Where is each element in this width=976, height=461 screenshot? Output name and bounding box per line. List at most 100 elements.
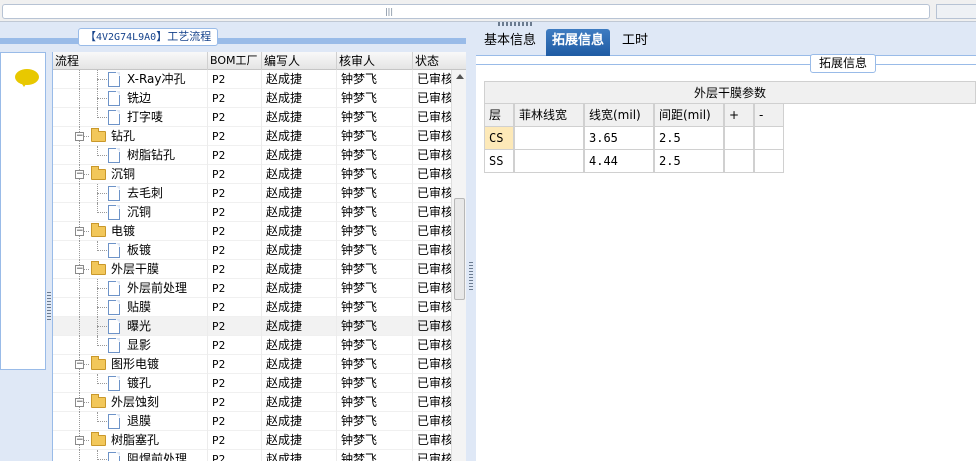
- writer-cell[interactable]: 赵成捷: [262, 89, 337, 108]
- speech-bubble-icon[interactable]: [15, 69, 39, 87]
- tree-cell[interactable]: − 沉铜: [53, 165, 208, 184]
- table-row[interactable]: 退膜 P2 赵成捷 钟梦飞 已审核: [53, 412, 453, 431]
- tree-cell[interactable]: 贴膜: [53, 298, 208, 317]
- table-row[interactable]: − 电镀 P2 赵成捷 钟梦飞 已审核: [53, 222, 453, 241]
- table-row[interactable]: − 沉铜 P2 赵成捷 钟梦飞 已审核: [53, 165, 453, 184]
- param-cell-plus[interactable]: [724, 150, 754, 173]
- param-cell-layer[interactable]: CS: [484, 127, 514, 150]
- bom-cell[interactable]: P2: [208, 450, 262, 461]
- reviewer-cell[interactable]: 钟梦飞: [337, 279, 413, 298]
- bom-cell[interactable]: P2: [208, 412, 262, 431]
- column-header-bom[interactable]: BOM工厂: [208, 52, 262, 70]
- status-cell[interactable]: 已审核: [413, 355, 453, 374]
- tree-cell[interactable]: 显影: [53, 336, 208, 355]
- bom-cell[interactable]: P2: [208, 146, 262, 165]
- reviewer-cell[interactable]: 钟梦飞: [337, 450, 413, 461]
- writer-cell[interactable]: 赵成捷: [262, 336, 337, 355]
- table-row[interactable]: 沉铜 P2 赵成捷 钟梦飞 已审核: [53, 203, 453, 222]
- reviewer-cell[interactable]: 钟梦飞: [337, 127, 413, 146]
- tree-cell[interactable]: 铣边: [53, 89, 208, 108]
- writer-cell[interactable]: 赵成捷: [262, 355, 337, 374]
- collapse-icon[interactable]: −: [75, 170, 84, 179]
- collapse-icon[interactable]: −: [75, 227, 84, 236]
- writer-cell[interactable]: 赵成捷: [262, 431, 337, 450]
- collapse-icon[interactable]: −: [75, 265, 84, 274]
- tree-cell[interactable]: − 钻孔: [53, 127, 208, 146]
- bom-cell[interactable]: P2: [208, 241, 262, 260]
- writer-cell[interactable]: 赵成捷: [262, 165, 337, 184]
- reviewer-cell[interactable]: 钟梦飞: [337, 260, 413, 279]
- table-row[interactable]: X-Ray冲孔 P2 赵成捷 钟梦飞 已审核: [53, 70, 453, 89]
- splitter-grip-icon[interactable]: [47, 292, 51, 322]
- status-cell[interactable]: 已审核: [413, 108, 453, 127]
- bom-cell[interactable]: P2: [208, 203, 262, 222]
- collapse-icon[interactable]: −: [75, 436, 84, 445]
- bom-cell[interactable]: P2: [208, 222, 262, 241]
- bom-cell[interactable]: P2: [208, 298, 262, 317]
- status-cell[interactable]: 已审核: [413, 412, 453, 431]
- tree-cell[interactable]: 镀孔: [53, 374, 208, 393]
- tree-cell[interactable]: X-Ray冲孔: [53, 70, 208, 89]
- status-cell[interactable]: 已审核: [413, 222, 453, 241]
- status-cell[interactable]: 已审核: [413, 431, 453, 450]
- remove-column-button[interactable]: -: [754, 104, 784, 127]
- reviewer-cell[interactable]: 钟梦飞: [337, 222, 413, 241]
- tree-cell[interactable]: 外层前处理: [53, 279, 208, 298]
- status-cell[interactable]: 已审核: [413, 374, 453, 393]
- reviewer-cell[interactable]: 钟梦飞: [337, 336, 413, 355]
- bom-cell[interactable]: P2: [208, 355, 262, 374]
- collapse-icon[interactable]: −: [75, 398, 84, 407]
- writer-cell[interactable]: 赵成捷: [262, 450, 337, 461]
- bom-cell[interactable]: P2: [208, 127, 262, 146]
- horizontal-scrollbar-right[interactable]: [936, 4, 976, 19]
- status-cell[interactable]: 已审核: [413, 203, 453, 222]
- reviewer-cell[interactable]: 钟梦飞: [337, 298, 413, 317]
- param-cell-film-width[interactable]: [514, 127, 584, 150]
- table-row[interactable]: − 外层干膜 P2 赵成捷 钟梦飞 已审核: [53, 260, 453, 279]
- tree-cell[interactable]: − 外层蚀刻: [53, 393, 208, 412]
- status-cell[interactable]: 已审核: [413, 146, 453, 165]
- reviewer-cell[interactable]: 钟梦飞: [337, 412, 413, 431]
- table-row[interactable]: − 钻孔 P2 赵成捷 钟梦飞 已审核: [53, 127, 453, 146]
- column-header-status[interactable]: 状态: [413, 52, 466, 70]
- reviewer-cell[interactable]: 钟梦飞: [337, 355, 413, 374]
- param-cell-layer[interactable]: SS: [484, 150, 514, 173]
- scroll-thumb[interactable]: [454, 198, 465, 300]
- table-row[interactable]: 外层前处理 P2 赵成捷 钟梦飞 已审核: [53, 279, 453, 298]
- status-cell[interactable]: 已审核: [413, 450, 453, 461]
- writer-cell[interactable]: 赵成捷: [262, 279, 337, 298]
- param-cell-line-width[interactable]: 4.44: [584, 150, 654, 173]
- tree-cell[interactable]: 曝光: [53, 317, 208, 336]
- vertical-scrollbar[interactable]: [451, 70, 466, 461]
- table-row[interactable]: − 图形电镀 P2 赵成捷 钟梦飞 已审核: [53, 355, 453, 374]
- status-cell[interactable]: 已审核: [413, 279, 453, 298]
- center-splitter[interactable]: [466, 22, 476, 461]
- writer-cell[interactable]: 赵成捷: [262, 317, 337, 336]
- table-row[interactable]: 曝光 P2 赵成捷 钟梦飞 已审核: [53, 317, 453, 336]
- writer-cell[interactable]: 赵成捷: [262, 298, 337, 317]
- status-cell[interactable]: 已审核: [413, 393, 453, 412]
- bom-cell[interactable]: P2: [208, 431, 262, 450]
- collapse-icon[interactable]: −: [75, 132, 84, 141]
- reviewer-cell[interactable]: 钟梦飞: [337, 203, 413, 222]
- status-cell[interactable]: 已审核: [413, 317, 453, 336]
- tree-cell[interactable]: − 电镀: [53, 222, 208, 241]
- writer-cell[interactable]: 赵成捷: [262, 393, 337, 412]
- bom-cell[interactable]: P2: [208, 374, 262, 393]
- reviewer-cell[interactable]: 钟梦飞: [337, 89, 413, 108]
- writer-cell[interactable]: 赵成捷: [262, 184, 337, 203]
- bom-cell[interactable]: P2: [208, 70, 262, 89]
- status-cell[interactable]: 已审核: [413, 298, 453, 317]
- bom-cell[interactable]: P2: [208, 108, 262, 127]
- tree-cell[interactable]: − 树脂塞孔: [53, 431, 208, 450]
- writer-cell[interactable]: 赵成捷: [262, 412, 337, 431]
- reviewer-cell[interactable]: 钟梦飞: [337, 431, 413, 450]
- bom-cell[interactable]: P2: [208, 184, 262, 203]
- table-row[interactable]: 板镀 P2 赵成捷 钟梦飞 已审核: [53, 241, 453, 260]
- bom-cell[interactable]: P2: [208, 89, 262, 108]
- collapse-icon[interactable]: −: [75, 360, 84, 369]
- tree-cell[interactable]: 树脂钻孔: [53, 146, 208, 165]
- tree-cell[interactable]: 打字唛: [53, 108, 208, 127]
- bom-cell[interactable]: P2: [208, 260, 262, 279]
- writer-cell[interactable]: 赵成捷: [262, 241, 337, 260]
